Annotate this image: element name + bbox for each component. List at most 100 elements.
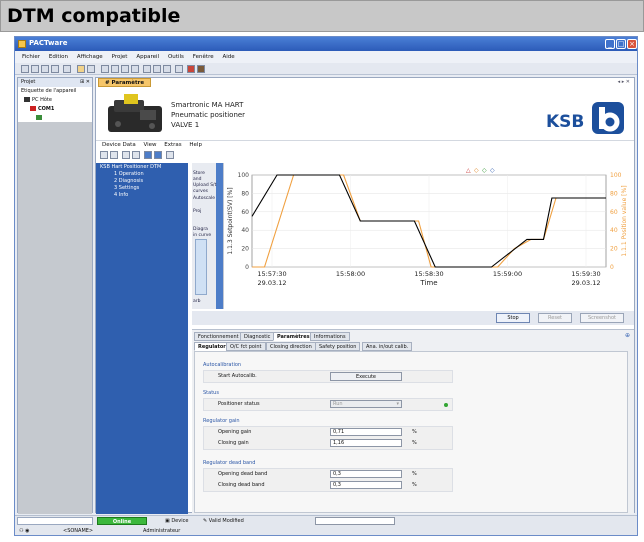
y2-tick-label: 40 xyxy=(610,227,618,234)
stop-button[interactable]: Stop xyxy=(496,313,530,323)
project-panel-controls[interactable]: ⊞ ✕ xyxy=(80,78,90,87)
opening-dead-band-label: Opening dead band xyxy=(218,471,268,477)
execute-button[interactable]: Execute xyxy=(330,372,402,381)
print-report-icon[interactable] xyxy=(197,65,205,73)
ksb-b-mark-icon xyxy=(592,102,624,134)
app-icon xyxy=(18,40,26,48)
banner: DTM compatible xyxy=(0,0,644,32)
device-menu-extras[interactable]: Extras xyxy=(164,142,181,148)
side-label-curves: curves xyxy=(193,189,208,194)
closing-dead-band-unit: % xyxy=(412,482,417,488)
menu-affichage[interactable]: Affichage xyxy=(77,51,103,63)
side-label-upload[interactable]: Upload S/t xyxy=(193,183,216,188)
tab-informations[interactable]: Informations xyxy=(310,332,350,341)
disconnect-icon[interactable] xyxy=(87,65,95,73)
connect-icon[interactable] xyxy=(77,65,85,73)
simulation-icon[interactable] xyxy=(163,65,171,73)
side-label-store: Store xyxy=(193,171,205,176)
trend-chart: 0 0 20 20 40 40 60 60 80 80 100 100 15:57:30 15:58:00… xyxy=(227,167,628,287)
side-label-in-curve: in curve xyxy=(193,233,212,238)
device-name: Smartronic MA HART xyxy=(171,101,244,109)
parameter-icon[interactable] xyxy=(143,65,151,73)
y2-tick-label: 60 xyxy=(610,209,618,216)
main-toolbar xyxy=(15,63,637,75)
positioner-status-value: Run xyxy=(333,401,343,407)
menu-aide[interactable]: Aide xyxy=(223,51,235,63)
horizontal-scrollbar[interactable] xyxy=(17,517,93,525)
layout-icon[interactable] xyxy=(144,151,152,159)
menu-edition[interactable]: Edition xyxy=(49,51,68,63)
dropdown-arrow-icon: ▾ xyxy=(396,401,399,407)
opening-gain-unit: % xyxy=(412,429,417,435)
regulator-gain-group: Regulator gain Opening gain 0,71 % Closi… xyxy=(203,418,453,450)
opening-dead-band-unit: % xyxy=(412,471,417,477)
screenshot-button[interactable]: Screenshot xyxy=(580,313,624,323)
reset-button[interactable]: Reset xyxy=(538,313,572,323)
tree-host-pc-label: PC Hôte xyxy=(32,97,52,103)
tab-closing-direction[interactable]: Closing direction xyxy=(266,342,316,351)
opening-dead-band-input[interactable]: 0,3 xyxy=(330,470,402,478)
close-button[interactable]: × xyxy=(627,39,637,49)
minimize-button[interactable]: _ xyxy=(605,39,615,49)
preview-icon[interactable] xyxy=(63,65,71,73)
device-menu-view[interactable]: View xyxy=(143,142,156,148)
tree-operation[interactable]: 1 Operation xyxy=(96,171,188,178)
menu-projet[interactable]: Projet xyxy=(112,51,128,63)
closing-dead-band-input[interactable]: 0,3 xyxy=(330,481,402,489)
opening-gain-input[interactable]: 0,71 xyxy=(330,428,402,436)
x-axis-label: Time xyxy=(419,279,437,287)
view-icon[interactable] xyxy=(132,151,140,159)
device-tag: VALVE 1 xyxy=(171,121,200,129)
add-device-icon[interactable] xyxy=(101,65,109,73)
device-menu-device-data[interactable]: Device Data xyxy=(102,142,136,148)
tab-safety-position[interactable]: Safety position xyxy=(315,342,361,351)
menu-fenetre[interactable]: Fenêtre xyxy=(193,51,214,63)
menu-fichier[interactable]: Fichier xyxy=(22,51,40,63)
tab-parameter[interactable]: # Paramètre xyxy=(98,78,152,87)
device-icon xyxy=(36,115,42,120)
device-menu-help[interactable]: Help xyxy=(189,142,202,148)
tab-regulator[interactable]: Regulator xyxy=(194,342,230,351)
start-autocalib-label: Start Autocalib. xyxy=(218,373,257,379)
menu-outils[interactable]: Outils xyxy=(168,51,184,63)
open-project-icon[interactable] xyxy=(31,65,39,73)
tree-diagnosis[interactable]: 2 Diagnosis xyxy=(96,178,188,185)
tab-controls[interactable]: ◂ ▸ ✕ xyxy=(618,79,630,85)
legend-marker-red: △ xyxy=(466,167,471,174)
download-icon[interactable] xyxy=(131,65,139,73)
tab-parametres[interactable]: Paramètres xyxy=(273,332,314,341)
tab-fonctionnement[interactable]: Fonctionnement xyxy=(194,332,243,341)
print-icon[interactable] xyxy=(51,65,59,73)
tree-host-pc[interactable]: PC Hôte xyxy=(18,96,92,105)
menu-appareil[interactable]: Appareil xyxy=(136,51,159,63)
maximize-button[interactable]: □ xyxy=(616,39,626,49)
positioner-device-image xyxy=(108,94,162,132)
load-from-device-icon[interactable] xyxy=(100,151,108,159)
measured-value-icon[interactable] xyxy=(153,65,161,73)
store-to-device-icon[interactable] xyxy=(110,151,118,159)
range-slider[interactable] xyxy=(195,239,207,295)
proj-option[interactable]: Proj xyxy=(193,209,201,214)
new-project-icon[interactable] xyxy=(21,65,29,73)
tree-com1[interactable]: COM1 xyxy=(18,105,92,114)
save-project-icon[interactable] xyxy=(41,65,49,73)
tree-info[interactable]: 4 Info xyxy=(96,192,188,199)
panel-help-icon[interactable]: ⊕ xyxy=(625,332,630,339)
tree-root[interactable]: KSB Hart Positioner DTM xyxy=(96,164,188,171)
disconnect-device-icon[interactable] xyxy=(122,151,130,159)
stop-icon[interactable] xyxy=(187,65,195,73)
tab-ana-calib[interactable]: Ana. in/out calib. xyxy=(362,342,413,351)
remove-device-icon[interactable] xyxy=(111,65,119,73)
tab-diagnostic[interactable]: Diagnostic xyxy=(240,332,275,341)
tree-settings[interactable]: 3 Settings xyxy=(96,185,188,192)
trend-icon[interactable] xyxy=(154,151,162,159)
upload-icon[interactable] xyxy=(121,65,129,73)
tab-oc-fct-point[interactable]: O/C fct point xyxy=(226,342,266,351)
device-status-label: Device xyxy=(171,518,189,524)
closing-gain-input[interactable]: 1,16 xyxy=(330,439,402,447)
print-device-icon[interactable] xyxy=(166,151,174,159)
status-title: Status xyxy=(203,390,219,396)
trend-window: Store and Upload S/t curves Autoscale Pr… xyxy=(192,163,634,311)
autoscale-option[interactable]: Autoscale xyxy=(193,196,215,201)
diagnosis-icon[interactable] xyxy=(175,65,183,73)
